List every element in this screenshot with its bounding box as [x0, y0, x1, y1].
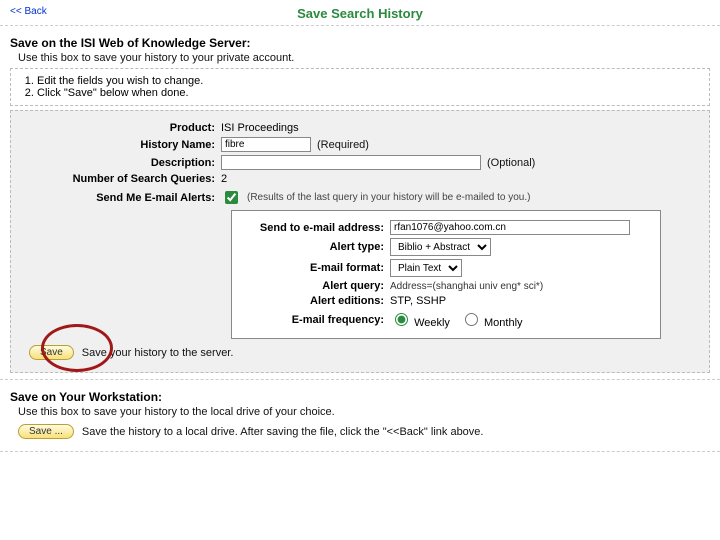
workstation-sub: Use this box to save your history to the… [18, 406, 710, 418]
value-product: ISI Proceedings [221, 122, 699, 134]
value-num-queries: 2 [221, 173, 699, 185]
freq-weekly-option[interactable]: Weekly [390, 310, 450, 329]
freq-monthly-option[interactable]: Monthly [460, 310, 523, 329]
page-title: Save Search History [10, 6, 710, 21]
label-alert-query: Alert query: [240, 280, 390, 292]
label-send-alerts: Send Me E-mail Alerts: [21, 192, 221, 204]
server-sub: Use this box to save your history to you… [18, 52, 710, 64]
save-workstation-hint: Save the history to a local drive. After… [82, 426, 484, 438]
form-area: Product: ISI Proceedings History Name: (… [10, 110, 710, 373]
email-format-select[interactable]: Plain Text [390, 259, 462, 277]
server-save-section: Save on the ISI Web of Knowledge Server:… [0, 26, 720, 380]
value-alert-query: Address=(shanghai univ eng* sci*) [390, 281, 543, 292]
required-hint: (Required) [317, 139, 369, 151]
freq-weekly-radio[interactable] [395, 313, 408, 326]
instruction-1: Edit the fields you wish to change. [37, 75, 699, 87]
workstation-heading: Save on Your Workstation: [10, 390, 710, 404]
alert-settings-box: Send to e-mail address: Alert type: Bibl… [231, 210, 661, 339]
instruction-2: Click "Save" below when done. [37, 87, 699, 99]
back-link[interactable]: << Back [10, 6, 47, 17]
send-to-input[interactable] [390, 220, 630, 235]
label-description: Description: [21, 157, 221, 169]
send-alerts-checkbox[interactable] [225, 191, 238, 204]
description-input[interactable] [221, 155, 481, 170]
freq-monthly-radio[interactable] [465, 313, 478, 326]
label-email-freq: E-mail frequency: [240, 314, 390, 326]
label-send-to: Send to e-mail address: [240, 222, 390, 234]
alert-type-select[interactable]: Biblio + Abstract [390, 238, 491, 256]
alerts-hint: (Results of the last query in your histo… [247, 192, 530, 203]
save-workstation-button[interactable]: Save ... [18, 424, 74, 439]
optional-hint: (Optional) [487, 157, 535, 169]
label-alert-type: Alert type: [240, 241, 390, 253]
label-email-format: E-mail format: [240, 262, 390, 274]
label-history-name: History Name: [21, 139, 221, 151]
server-heading: Save on the ISI Web of Knowledge Server: [10, 36, 710, 50]
label-product: Product: [21, 122, 221, 134]
value-alert-editions: STP, SSHP [390, 295, 446, 307]
history-name-input[interactable] [221, 137, 311, 152]
label-num-queries: Number of Search Queries: [21, 173, 221, 185]
save-server-hint: Save your history to the server. [82, 347, 234, 359]
save-server-button[interactable]: Save [29, 345, 74, 360]
label-alert-editions: Alert editions: [240, 295, 390, 307]
instructions-box: Edit the fields you wish to change. Clic… [10, 68, 710, 106]
workstation-save-section: Save on Your Workstation: Use this box t… [0, 380, 720, 452]
